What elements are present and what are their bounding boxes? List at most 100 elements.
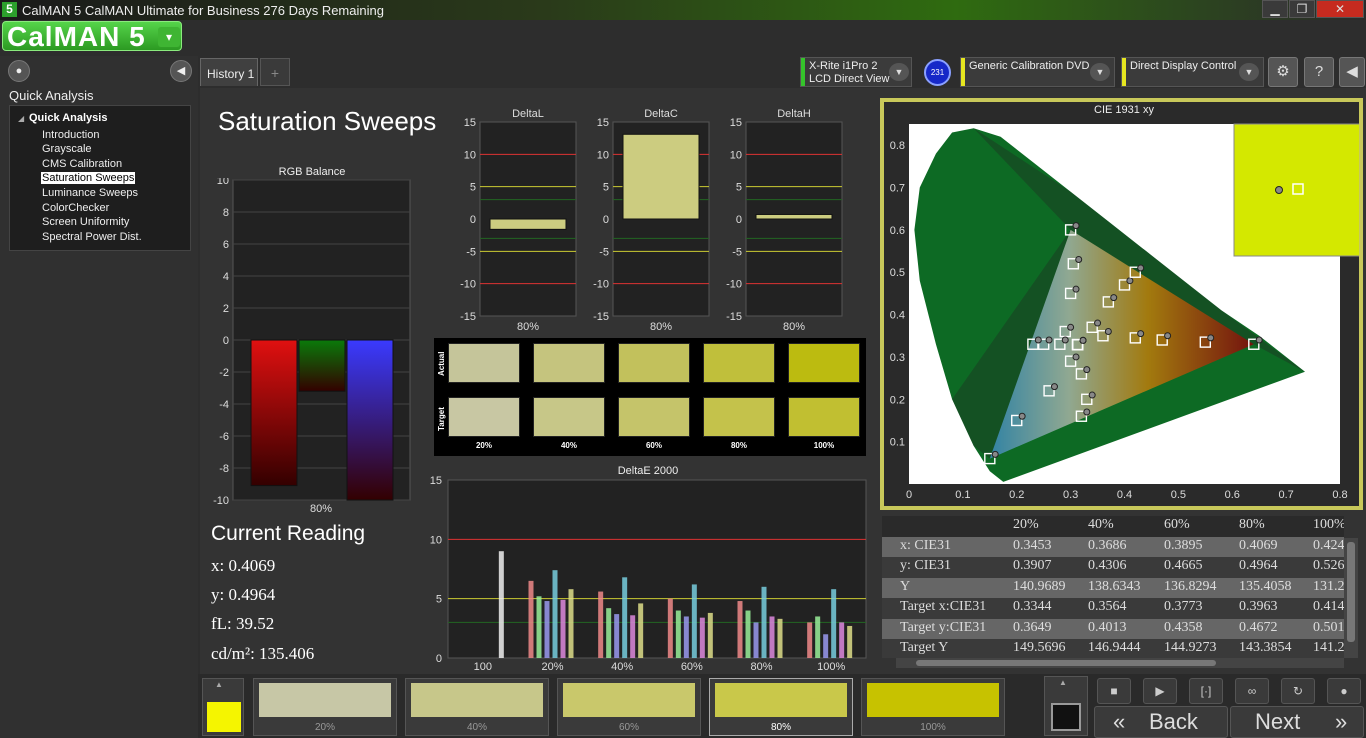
cie-xtick-label: 0.1 [955,489,970,501]
sidebar-item-grayscale[interactable]: Grayscale [41,143,93,155]
close-button[interactable]: ✕ [1316,0,1364,18]
target-swatch [533,397,605,437]
scrollbar-thumb[interactable] [1347,542,1355,642]
source-selector[interactable]: Generic Calibration DVD ▼ [960,57,1115,87]
sidebar-item-screen-uniformity[interactable]: Screen Uniformity [41,216,130,228]
deltae-tick-label: 0 [436,653,442,665]
rgb-tick-label: 0 [223,335,229,347]
add-tab-button[interactable]: + [260,58,290,86]
cie-inset [1233,123,1359,257]
table-cell: y: CIE31 [900,558,951,573]
collapse-left-icon[interactable]: ◀ [170,60,192,82]
table-header-cell: 80% [1239,517,1265,532]
collapse-right-icon[interactable]: ◀ [1339,57,1365,87]
table-row[interactable]: y: CIE31 0.3907 0.4306 0.4665 0.4964 0.5263 [882,557,1344,578]
chevron-down-icon[interactable]: ▼ [889,63,909,81]
patch-button[interactable]: 80% [709,678,853,736]
extra-button[interactable]: ● [1327,678,1361,704]
expand-arrow-icon[interactable]: ◢ [18,114,24,123]
deltae-bar [638,603,644,658]
title-bar: 5 CalMAN 5 CalMAN Ultimate for Business … [0,0,1366,20]
hscrollbar-thumb[interactable] [916,660,1216,666]
sidebar-item-luminance-sweeps[interactable]: Luminance Sweeps [41,187,139,199]
deltae-bar [544,601,550,658]
chevron-down-icon[interactable]: ▼ [1090,63,1110,81]
sidebar-item-colorchecker[interactable]: ColorChecker [41,202,110,214]
measure-icon[interactable]: [·] [1189,678,1223,704]
scroll-up-icon[interactable]: ▲ [1059,678,1067,687]
logo-text: CalMAN 5 [7,21,146,52]
sidebar-item-saturation-sweeps[interactable]: Saturation Sweeps [41,172,136,184]
sidebar-item-cms-calibration[interactable]: CMS Calibration [41,158,123,170]
meter-selector[interactable]: X-Rite i1Pro 2 LCD Direct View ▼ [800,57,912,87]
maximize-button[interactable]: ❐ [1289,0,1315,18]
table-row[interactable]: Y 140.9689 138.6343 136.8294 135.4058 131.221… [882,577,1344,598]
deltae-bar [847,625,853,658]
deltae-bar [598,591,604,658]
refresh-icon[interactable]: ↻ [1281,678,1315,704]
circle-button[interactable]: ● [8,60,30,82]
chevron-down-icon[interactable]: ▾ [158,27,180,47]
table-scrollbar[interactable] [1344,538,1358,658]
cie-xtick-label: 0.5 [1171,489,1186,501]
table-row[interactable]: Target Y 149.5696 146.9444 144.9273 143.3854… [882,639,1344,658]
cie-measured-point [1050,383,1058,391]
deltae-bar [552,570,558,658]
reading-y: y: 0.4964 [211,585,276,604]
back-button[interactable]: « Back [1094,706,1228,738]
table-cell: 146.9444 [1088,640,1141,655]
delta-tick-label: 10 [597,149,609,161]
nav-root[interactable]: Quick Analysis [29,112,107,124]
tab-history[interactable]: History 1 [200,58,258,86]
scroll-up-icon[interactable]: ▲ [215,680,223,689]
table-cell: Target Y [900,640,949,655]
target-swatch [703,397,775,437]
table-cell: 0.4672 [1239,619,1278,635]
cie-measured-point [991,450,999,458]
delta-tick-label: 0 [470,214,476,226]
patch-button[interactable]: 100% [861,678,1005,736]
cie-xtick-label: 0.4 [1117,489,1132,501]
app-logo[interactable]: CalMAN 5 ▾ [2,21,182,52]
table-row[interactable]: Target x:CIE31 0.3344 0.3564 0.3773 0.3963 0.… [882,598,1344,619]
patch-swatch [867,683,999,717]
sidebar-item-spectral-power[interactable]: Spectral Power Dist. [41,231,143,243]
actual-label: Actual [437,351,446,376]
cie-measured-point [1110,294,1118,302]
table-header-cell: 60% [1164,517,1190,532]
swatch-pct-label: 20% [475,441,492,450]
minimize-button[interactable]: ▁ [1262,0,1288,18]
deltae-tick-label: 10 [430,534,442,546]
play-icon[interactable]: ▶ [1143,678,1177,704]
cie-ytick-label: 0.6 [890,225,905,237]
stop-icon[interactable]: ■ [1097,678,1131,704]
actual-swatch [533,343,605,383]
table-cell: Y [900,578,911,594]
help-icon[interactable]: ? [1304,57,1334,87]
delta-tick-label: 5 [470,182,476,194]
reading-fl: fL: 39.52 [211,614,275,633]
deltae-category-label: 60% [681,661,703,673]
table-row[interactable]: Target y:CIE31 0.3649 0.4013 0.4358 0.4672 0.… [882,618,1344,639]
next-button[interactable]: Next » [1230,706,1364,738]
sidebar-item-introduction[interactable]: Introduction [41,129,100,141]
patch-button[interactable]: 40% [405,678,549,736]
patch-button[interactable]: 20% [253,678,397,736]
delta-tick-label: 10 [730,149,742,161]
table-cell: 0.3963 [1239,599,1278,614]
meter-badge[interactable]: 231 [924,59,951,86]
table-row[interactable]: x: CIE31 0.3453 0.3686 0.3895 0.4069 0.4244 [882,536,1344,557]
settings-gear-icon[interactable]: ⚙ [1268,57,1298,87]
patch-button[interactable]: 60% [557,678,701,736]
table-hscrollbar[interactable] [896,658,1344,668]
loop-icon[interactable]: ∞ [1235,678,1269,704]
stop-square-icon[interactable] [1051,703,1081,731]
table-cell: 0.3453 [1013,537,1052,553]
swatch-pct-label: 100% [813,441,835,450]
table-cell: 143.3854 [1239,640,1292,655]
cie-measured-point [1079,336,1087,344]
display-selector[interactable]: Direct Display Control ▼ [1121,57,1264,87]
rgb-tick-label: -2 [219,367,229,379]
reading-x: x: 0.4069 [211,556,276,575]
chevron-down-icon[interactable]: ▼ [1239,63,1259,81]
